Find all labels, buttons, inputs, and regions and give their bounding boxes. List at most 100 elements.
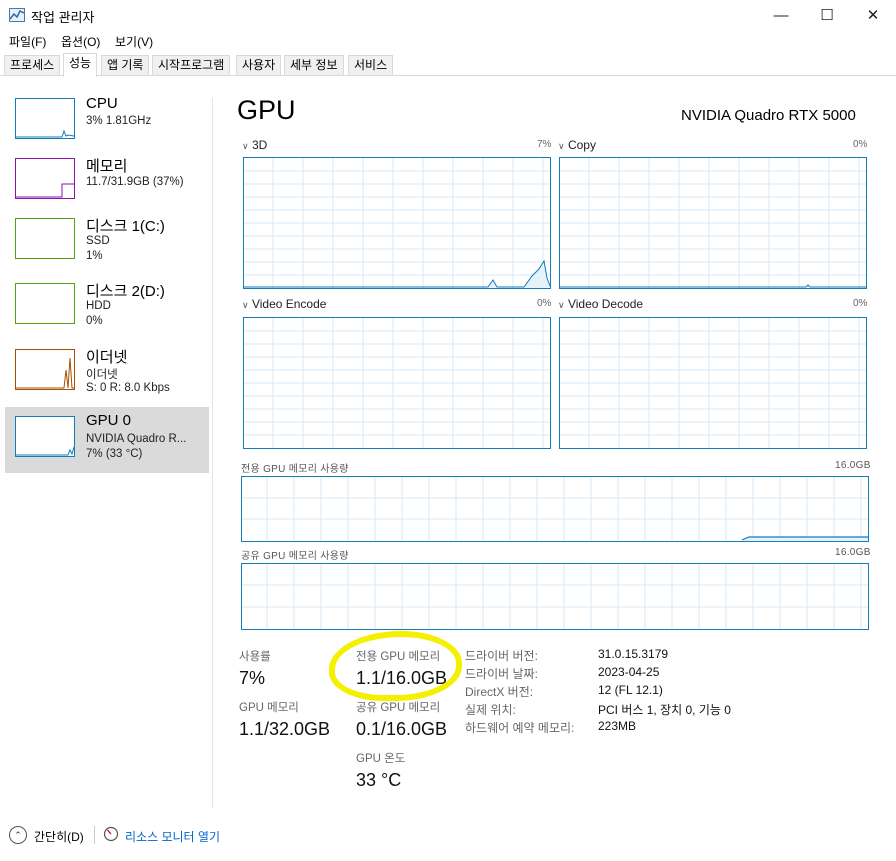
collapse-chevron-icon[interactable]: ⌃ [9,826,27,844]
gpu-temp-value: 33 °C [356,770,402,790]
graph-copy-label: Copy [567,138,596,152]
graph-video-decode-percent: 0% [853,298,868,309]
graph-video-encode-plot [244,318,550,448]
sidebar-item-detail: NVIDIA Quadro R... [86,433,187,445]
sidebar-item-detail-2: S: 0 R: 8.0 Kbps [86,382,170,394]
task-manager-icon [9,8,25,22]
shared-memory-plot [242,564,868,629]
memory-thumbnail [15,158,75,199]
info-label-driver-version: 드라이버 버전: [465,649,538,663]
resource-monitor-link[interactable]: 리소스 모니터 열기 [125,828,220,845]
graph-3d [243,157,551,289]
info-label-location: 실제 위치: [465,703,516,717]
highlight-circle [329,631,462,701]
info-value-directx: 12 (FL 12.1) [598,683,663,697]
graph-video-encode-percent: 0% [537,298,552,309]
chevron-down-icon: ∨ [558,141,565,151]
graph-video-decode-selector[interactable]: ∨ Video Decode [558,297,643,311]
page-title: GPU [237,95,296,125]
graph-copy-plot [560,158,866,288]
graph-copy-percent: 0% [853,139,868,150]
menu-view[interactable]: 보기(V) [115,33,153,50]
dedicated-memory-graph [241,476,869,542]
sidebar-divider [212,98,213,808]
usage-value: 7% [239,668,266,688]
tab-services[interactable]: 서비스 [348,55,394,75]
graph-copy [559,157,867,289]
gpu-memory-value: 1.1/32.0GB [239,719,331,739]
tab-app-history[interactable]: 앱 기록 [101,55,150,75]
graph-3d-plot [244,158,551,288]
shared-memory-value: 0.1/16.0GB [356,719,448,739]
graph-video-decode [559,317,867,449]
tab-details[interactable]: 세부 정보 [284,55,344,75]
graph-3d-percent: 7% [537,139,552,150]
dedicated-memory-plot [242,477,868,541]
info-label-directx: DirectX 버전: [465,685,534,699]
graph-video-encode [243,317,551,449]
info-value-reserved-memory: 223MB [598,719,637,733]
tab-processes[interactable]: 프로세스 [4,55,61,75]
menu-options[interactable]: 옵션(O) [61,33,100,50]
shared-memory-label: 공유 GPU 메모리 [356,702,441,714]
sidebar-item-title: 디스크 1(C:) [86,218,165,235]
close-button[interactable]: ✕ [850,0,896,30]
graph-video-decode-plot [560,318,866,448]
sidebar-item-disk-c[interactable]: 디스크 1(C:) SSD 1% [5,212,209,278]
graph-video-decode-label: Video Decode [567,297,644,311]
sidebar-item-detail: 11.7/31.9GB (37%) [86,176,184,188]
sidebar-item-title: CPU [86,95,118,112]
resource-monitor-icon[interactable] [103,826,119,842]
graph-video-encode-label: Video Encode [251,297,327,311]
sidebar-item-title: GPU 0 [86,412,132,429]
sidebar-item-gpu[interactable]: GPU 0 NVIDIA Quadro R... 7% (33 °C) [5,407,209,473]
window-title: 작업 관리자 [31,10,95,25]
info-value-location: PCI 버스 1, 장치 0, 기능 0 [598,703,731,717]
gpu-thumbnail [15,416,75,457]
sidebar-item-detail-2: 0% [86,315,103,327]
sidebar-item-disk-d[interactable]: 디스크 2(D:) HDD 0% [5,277,209,343]
info-value-driver-version: 31.0.15.3179 [598,647,669,661]
usage-label: 사용률 [239,651,271,663]
dedicated-memory-graph-label: 전용 GPU 메모리 사용량 [241,464,349,475]
sidebar-item-title: 메모리 [86,158,128,175]
sidebar-item-detail: 3% 1.81GHz [86,115,152,127]
graph-3d-label: 3D [251,138,268,152]
shared-memory-graph [241,563,869,630]
sidebar-item-detail: HDD [86,300,111,312]
graph-video-encode-selector[interactable]: ∨ Video Encode [242,297,326,311]
info-label-driver-date: 드라이버 날짜: [465,667,538,681]
maximize-button[interactable]: ☐ [804,0,850,30]
tab-performance[interactable]: 성능 [63,53,98,77]
sidebar-item-cpu[interactable]: CPU 3% 1.81GHz [5,92,209,158]
disk-c-thumbnail [15,218,75,259]
chevron-down-icon: ∨ [558,300,565,310]
fewer-details-button[interactable]: 간단히(D) [34,828,84,845]
sidebar-item-title: 이더넷 [86,349,128,366]
ethernet-thumbnail [15,349,75,390]
graph-3d-selector[interactable]: ∨ 3D [242,138,267,152]
bottom-divider [94,826,95,844]
info-label-reserved-memory: 하드웨어 예약 메모리: [465,721,575,735]
sidebar-item-detail-2: 1% [86,250,103,262]
graph-copy-selector[interactable]: ∨ Copy [558,138,596,152]
menu-file[interactable]: 파일(F) [9,33,46,50]
chevron-down-icon: ∨ [242,141,249,151]
sidebar-item-ethernet[interactable]: 이더넷 이더넷 S: 0 R: 8.0 Kbps [5,343,209,409]
tab-users[interactable]: 사용자 [236,55,282,75]
sidebar-item-detail: 이더넷 [86,369,118,381]
gpu-temp-label: GPU 온도 [356,753,406,765]
dedicated-memory-graph-max: 16.0GB [835,460,871,471]
gpu-model-name: NVIDIA Quadro RTX 5000 [681,107,856,124]
cpu-thumbnail [15,98,75,139]
sidebar-item-title: 디스크 2(D:) [86,283,165,300]
sidebar-item-memory[interactable]: 메모리 11.7/31.9GB (37%) [5,152,209,218]
shared-memory-graph-label: 공유 GPU 메모리 사용량 [241,551,349,562]
info-value-driver-date: 2023-04-25 [598,665,660,679]
sidebar-item-detail-2: 7% (33 °C) [86,448,143,460]
minimize-button[interactable]: — [758,0,804,30]
gpu-memory-label: GPU 메모리 [239,702,299,714]
chevron-down-icon: ∨ [242,300,249,310]
disk-d-thumbnail [15,283,75,324]
tab-startup[interactable]: 시작프로그램 [152,55,231,75]
